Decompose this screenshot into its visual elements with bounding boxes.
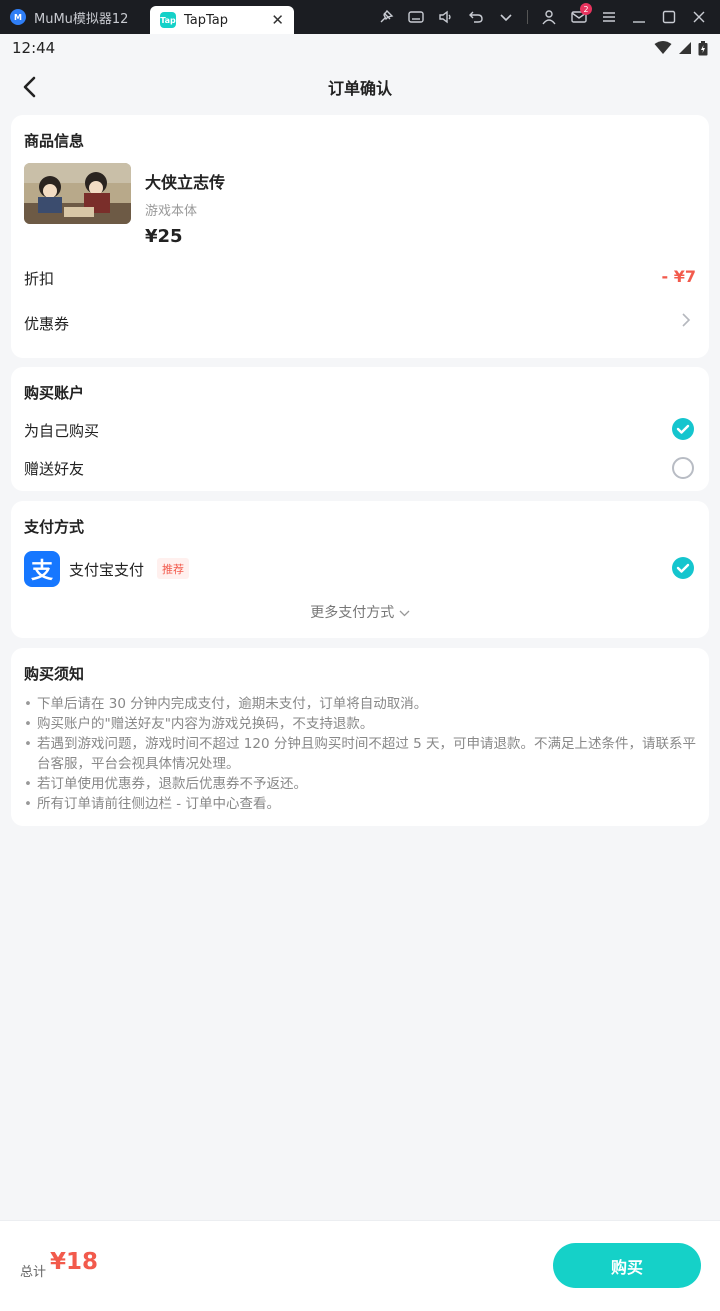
emulator-toolbar: 2 [371, 0, 714, 34]
selected-check-icon[interactable] [672, 557, 694, 579]
coupon-row[interactable]: 优惠券 [24, 313, 69, 334]
notice-list: 下单后请在 30 分钟内完成支付，逾期未支付，订单将自动取消。 购买账户的"赠送… [24, 694, 704, 814]
status-time: 12:44 [12, 39, 56, 57]
emulator-tab-label: TapTap [184, 12, 229, 28]
section-title: 支付方式 [24, 518, 85, 536]
notice-item: 若遇到游戏问题，游戏时间不超过 120 分钟且购买时间不超过 5 天，可申请退款… [24, 734, 704, 774]
mumu-logo-icon: M [10, 9, 26, 25]
chevron-right-icon[interactable] [679, 313, 693, 327]
keyboard-icon[interactable] [401, 0, 431, 34]
page-header: 订单确认 [0, 62, 720, 112]
undo-icon[interactable] [461, 0, 491, 34]
notice-item: 若订单使用优惠券，退款后优惠券不予返还。 [24, 774, 704, 794]
payment-method-label[interactable]: 支付宝支付 [69, 559, 144, 580]
buy-button[interactable]: 购买 [553, 1243, 701, 1288]
section-title: 购买账户 [24, 384, 85, 402]
pin-icon[interactable] [371, 0, 401, 34]
purchase-notice-card: 购买须知 下单后请在 30 分钟内完成支付，逾期未支付，订单将自动取消。 购买账… [11, 648, 709, 826]
notice-item: 下单后请在 30 分钟内完成支付，逾期未支付，订单将自动取消。 [24, 694, 704, 714]
more-payment-methods-button[interactable]: 更多支付方式 [11, 602, 709, 622]
game-cover-image[interactable] [24, 163, 131, 224]
emulator-tab-label: MuMu模拟器12 [34, 11, 129, 27]
back-arrow-icon[interactable] [18, 74, 44, 100]
product-type: 游戏本体 [145, 204, 198, 219]
chevron-down-icon [399, 610, 410, 616]
emulator-title-bar: M MuMu模拟器12 Tap TapTap ✕ 2 [0, 0, 720, 34]
wifi-icon [654, 41, 672, 54]
menu-icon[interactable] [594, 0, 624, 34]
volume-icon[interactable] [431, 0, 461, 34]
total-label: 总计 [20, 1265, 47, 1280]
section-title: 商品信息 [24, 132, 85, 150]
option-buy-for-self[interactable]: 为自己购买 [24, 420, 99, 441]
product-name: 大侠立志传 [145, 173, 226, 192]
selected-check-icon[interactable] [672, 418, 694, 440]
product-price: ¥25 [145, 226, 183, 247]
mail-icon[interactable]: 2 [564, 0, 594, 34]
option-gift-friend[interactable]: 赠送好友 [24, 458, 84, 479]
section-title: 购买须知 [24, 665, 85, 683]
android-status-bar: 12:44 [0, 34, 720, 62]
unselected-radio-icon[interactable] [672, 457, 694, 479]
discount-value: - ¥7 [661, 267, 696, 286]
minimize-icon[interactable] [624, 0, 654, 34]
alipay-icon: 支 [24, 551, 60, 587]
battery-icon [698, 40, 708, 55]
checkout-bar: 总计 ¥18 购买 [0, 1220, 720, 1311]
emulator-tab-mumu[interactable]: M MuMu模拟器12 [0, 0, 150, 34]
payment-method-card: 支付方式 支 支付宝支付 推荐 更多支付方式 [11, 501, 709, 638]
user-icon[interactable] [534, 0, 564, 34]
mail-badge: 2 [580, 3, 592, 15]
notice-item: 所有订单请前往侧边栏 - 订单中心查看。 [24, 794, 704, 814]
discount-label: 折扣 [24, 270, 55, 288]
maximize-icon[interactable] [654, 0, 684, 34]
emulator-tab-taptap[interactable]: Tap TapTap ✕ [150, 6, 294, 34]
purchase-account-card: 购买账户 为自己购买 赠送好友 [11, 367, 709, 491]
more-payment-label: 更多支付方式 [310, 605, 395, 621]
page-title: 订单确认 [327, 79, 392, 98]
toolbar-divider [527, 10, 528, 24]
recommend-tag: 推荐 [157, 558, 189, 579]
signal-icon [679, 42, 691, 54]
notice-item: 购买账户的"赠送好友"内容为游戏兑换码，不支持退款。 [24, 714, 704, 734]
taptap-logo-icon: Tap [160, 12, 176, 28]
chevron-down-icon[interactable] [491, 0, 521, 34]
close-window-icon[interactable] [684, 0, 714, 34]
total-amount: ¥18 [50, 1249, 99, 1275]
status-icons [654, 40, 708, 56]
product-info-card: 商品信息 大侠立志传 游戏本体 ¥25 折扣 - ¥7 优惠券 [11, 115, 709, 358]
close-tab-icon[interactable]: ✕ [271, 11, 284, 29]
